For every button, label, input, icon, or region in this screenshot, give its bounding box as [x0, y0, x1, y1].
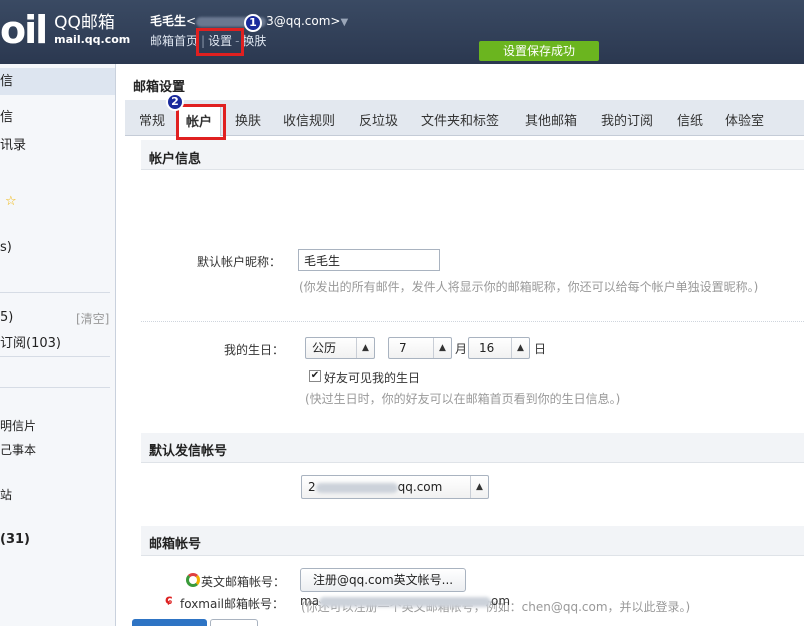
highlight-settings-link [196, 28, 244, 56]
register-english-account-button[interactable]: 注册@qq.com英文帐号... [300, 568, 467, 592]
link-mail-home[interactable]: 邮箱首页 [150, 34, 198, 48]
tab-receive-rules[interactable]: 收信规则 [283, 110, 335, 129]
top-header: oil QQ邮箱 mail.qq.com 毛毛生< 3@qq.com>▼ 邮箱首页… [0, 0, 804, 64]
sidebar-item-trash[interactable]: 5) [清空] [0, 310, 112, 327]
settings-tabs: 常规 帐户 换肤 收信规则 反垃圾 文件夹和标签 其他邮箱 我的订阅 信纸 体验… [125, 100, 804, 136]
foxmail-account: ma om [300, 594, 511, 608]
save-changes-button[interactable] [132, 619, 207, 626]
section-default-sender: 默认发信帐号 [149, 444, 228, 459]
tab-stationery[interactable]: 信纸 [677, 110, 703, 129]
english-mailbox-icon [186, 573, 200, 587]
user-email: 3@qq.com> [266, 14, 341, 28]
birthday-hint: (快过生日时，你的好友可以在邮箱首页看到你的生日信息。) [305, 392, 621, 406]
birth-day-select[interactable]: 16 ▲ [468, 337, 530, 359]
friends-visible-label: 好友可见我的生日 [324, 371, 421, 385]
tab-other-mailboxes[interactable]: 其他邮箱 [525, 110, 577, 129]
highlight-account-tab [176, 104, 226, 140]
foxmail-label: foxmail邮箱帐号： [180, 597, 285, 611]
english-mailbox-label: 英文邮箱帐号： [201, 575, 286, 589]
birthday-label: 我的生日： [224, 343, 285, 357]
star-icon[interactable]: ☆ [5, 194, 17, 209]
sidebar-item-subscriptions[interactable]: 订阅(103) [0, 332, 61, 351]
logo-subtitle: mail.qq.com [54, 33, 131, 46]
page-title: 邮箱设置 [133, 80, 186, 95]
qqmail-logo[interactable]: oil QQ邮箱 mail.qq.com [0, 10, 130, 50]
account-settings-panel: 帐户信息 默认帐户昵称： (你发出的所有邮件，发件人将显示你的邮箱昵称，你还可以… [141, 140, 804, 614]
nickname-label: 默认帐户昵称： [197, 255, 282, 269]
sidebar-item-group[interactable]: s) [0, 240, 12, 255]
birth-month-select[interactable]: 7 ▲ [388, 337, 452, 359]
sidebar-item-notepad[interactable]: 己事本 [0, 441, 36, 458]
spinner-icon: ▲ [470, 476, 488, 498]
nickname-hint: (你发出的所有邮件，发件人将显示你的邮箱昵称，你还可以给每个帐户单独设置昵称。) [299, 280, 759, 294]
spinner-icon: ▲ [433, 338, 451, 358]
section-account-info: 帐户信息 [149, 152, 202, 167]
section-mailbox-accounts: 邮箱帐号 [149, 537, 202, 552]
clear-trash-link[interactable]: [清空] [76, 310, 109, 327]
nickname-input[interactable] [298, 249, 440, 271]
sidebar-item-inbox[interactable]: 信 [0, 68, 115, 95]
step-badge-2: 2 [166, 93, 184, 111]
spinner-icon: ▲ [356, 338, 374, 358]
link-skin[interactable]: 换肤 [242, 34, 266, 48]
spinner-icon: ▲ [511, 338, 529, 358]
main-content: 邮箱设置 常规 帐户 换肤 收信规则 反垃圾 文件夹和标签 其他邮箱 我的订阅 … [117, 64, 804, 626]
chevron-down-icon[interactable]: ▼ [340, 17, 348, 28]
tab-skin[interactable]: 换肤 [235, 110, 261, 129]
save-success-toast: 设置保存成功 [479, 41, 599, 61]
sidebar-item-postcard[interactable]: 明信片 [0, 417, 36, 434]
logo-mark: oil [0, 8, 48, 52]
redacted-account [315, 482, 398, 493]
day-unit: 日 [534, 342, 547, 356]
cancel-button[interactable] [210, 619, 258, 626]
tab-lab[interactable]: 体验室 [725, 110, 764, 129]
month-unit: 月 [455, 342, 468, 356]
step-badge-1: 1 [244, 14, 262, 32]
friends-visible-checkbox[interactable]: ✔ [309, 370, 321, 382]
tab-my-subscriptions[interactable]: 我的订阅 [601, 110, 653, 129]
default-sender-select[interactable]: 2 qq.com ▲ [301, 475, 489, 499]
sidebar-item-sent[interactable]: 信 [0, 106, 13, 125]
sidebar-item-contacts[interactable]: 讯录 [0, 134, 26, 153]
logo-title: QQ邮箱 [54, 13, 115, 33]
sidebar-item-folder[interactable]: (31) [0, 532, 30, 547]
user-name: 毛毛生 [150, 14, 187, 28]
tab-folders-labels[interactable]: 文件夹和标签 [421, 110, 499, 129]
sidebar-item-transfer-station[interactable]: 站 [0, 486, 12, 503]
calendar-select[interactable]: 公历 ▲ [305, 337, 375, 359]
tab-anti-spam[interactable]: 反垃圾 [359, 110, 398, 129]
sidebar: 信 信 讯录 ☆ s) 5) [清空] 订阅(103) 明信片 己事本 站 (3… [0, 64, 116, 626]
tab-general[interactable]: 常规 [139, 110, 165, 129]
foxmail-icon: ɕ [165, 593, 173, 608]
